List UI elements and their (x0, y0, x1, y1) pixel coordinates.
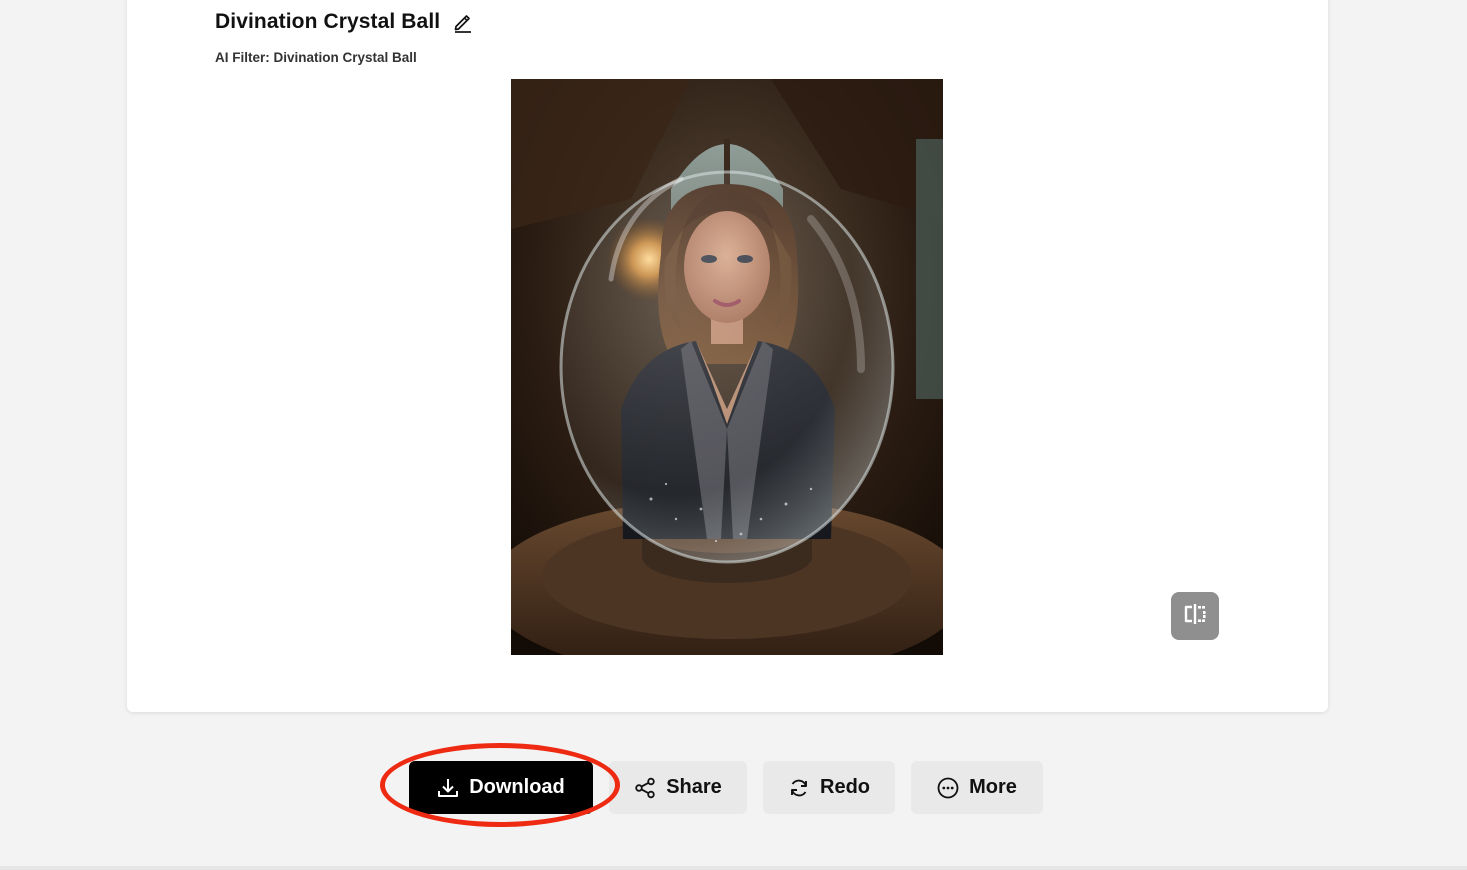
compare-icon (1181, 602, 1209, 631)
more-label: More (969, 776, 1017, 798)
more-icon (937, 777, 959, 799)
action-bar: Download Share Redo More (409, 761, 1043, 814)
download-icon (437, 777, 459, 799)
redo-icon (788, 777, 810, 799)
page-title: Divination Crystal Ball (215, 10, 441, 33)
title-row: Divination Crystal Ball (215, 10, 474, 34)
share-icon (634, 777, 656, 799)
download-button[interactable]: Download (409, 761, 593, 814)
download-label: Download (469, 776, 565, 798)
result-card: Divination Crystal Ball AI Filter: Divin… (127, 0, 1328, 712)
compare-button[interactable] (1171, 592, 1219, 640)
filter-subtitle: AI Filter: Divination Crystal Ball (215, 50, 417, 65)
redo-label: Redo (820, 776, 870, 798)
bottom-divider (0, 866, 1467, 870)
pencil-icon[interactable] (452, 11, 474, 33)
redo-button[interactable]: Redo (763, 761, 895, 814)
share-label: Share (666, 776, 722, 798)
share-button[interactable]: Share (609, 761, 747, 814)
more-button[interactable]: More (911, 761, 1043, 814)
result-image (511, 79, 943, 655)
